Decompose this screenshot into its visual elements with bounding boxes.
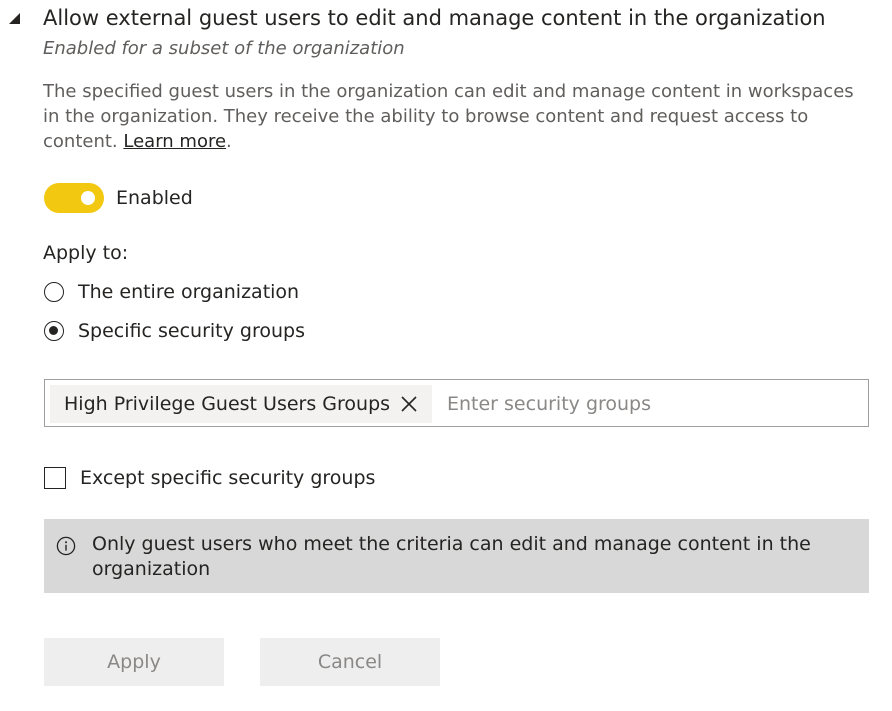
- except-label: Except specific security groups: [80, 467, 376, 489]
- chip-label: High Privilege Guest Users Groups: [64, 393, 391, 415]
- enabled-toggle[interactable]: [44, 183, 104, 213]
- apply-to-label: Apply to:: [43, 242, 129, 264]
- tenant-setting-panel: Allow external guest users to edit and m…: [0, 0, 892, 711]
- setting-title: Allow external guest users to edit and m…: [43, 6, 826, 30]
- toggle-knob: [81, 191, 95, 205]
- except-checkbox[interactable]: [44, 467, 66, 489]
- setting-subtitle: Enabled for a subset of the organization: [43, 38, 405, 59]
- info-icon: [56, 536, 76, 556]
- close-icon[interactable]: [398, 393, 420, 415]
- radio-entire-organization[interactable]: The entire organization: [44, 279, 299, 305]
- radio-label: The entire organization: [78, 281, 300, 303]
- radio-button-selected[interactable]: [44, 321, 64, 341]
- setting-description: The specified guest users in the organiz…: [43, 79, 863, 154]
- cancel-button[interactable]: Cancel: [260, 638, 440, 686]
- apply-button[interactable]: Apply: [44, 638, 224, 686]
- security-groups-picker[interactable]: High Privilege Guest Users Groups: [44, 379, 873, 427]
- except-security-groups-option[interactable]: Except specific security groups: [44, 465, 375, 491]
- collapse-triangle-icon[interactable]: [9, 13, 20, 24]
- info-banner: Only guest users who meet the criteria c…: [44, 519, 869, 593]
- security-groups-input[interactable]: [441, 386, 873, 422]
- security-group-chip: High Privilege Guest Users Groups: [50, 385, 432, 423]
- radio-specific-security-groups[interactable]: Specific security groups: [44, 318, 305, 344]
- info-text: Only guest users who meet the criteria c…: [92, 533, 811, 580]
- radio-label: Specific security groups: [78, 320, 305, 342]
- toggle-label: Enabled: [116, 187, 193, 209]
- learn-more-link[interactable]: Learn more: [123, 131, 226, 152]
- description-end: .: [226, 131, 232, 152]
- radio-button-unselected[interactable]: [44, 282, 64, 302]
